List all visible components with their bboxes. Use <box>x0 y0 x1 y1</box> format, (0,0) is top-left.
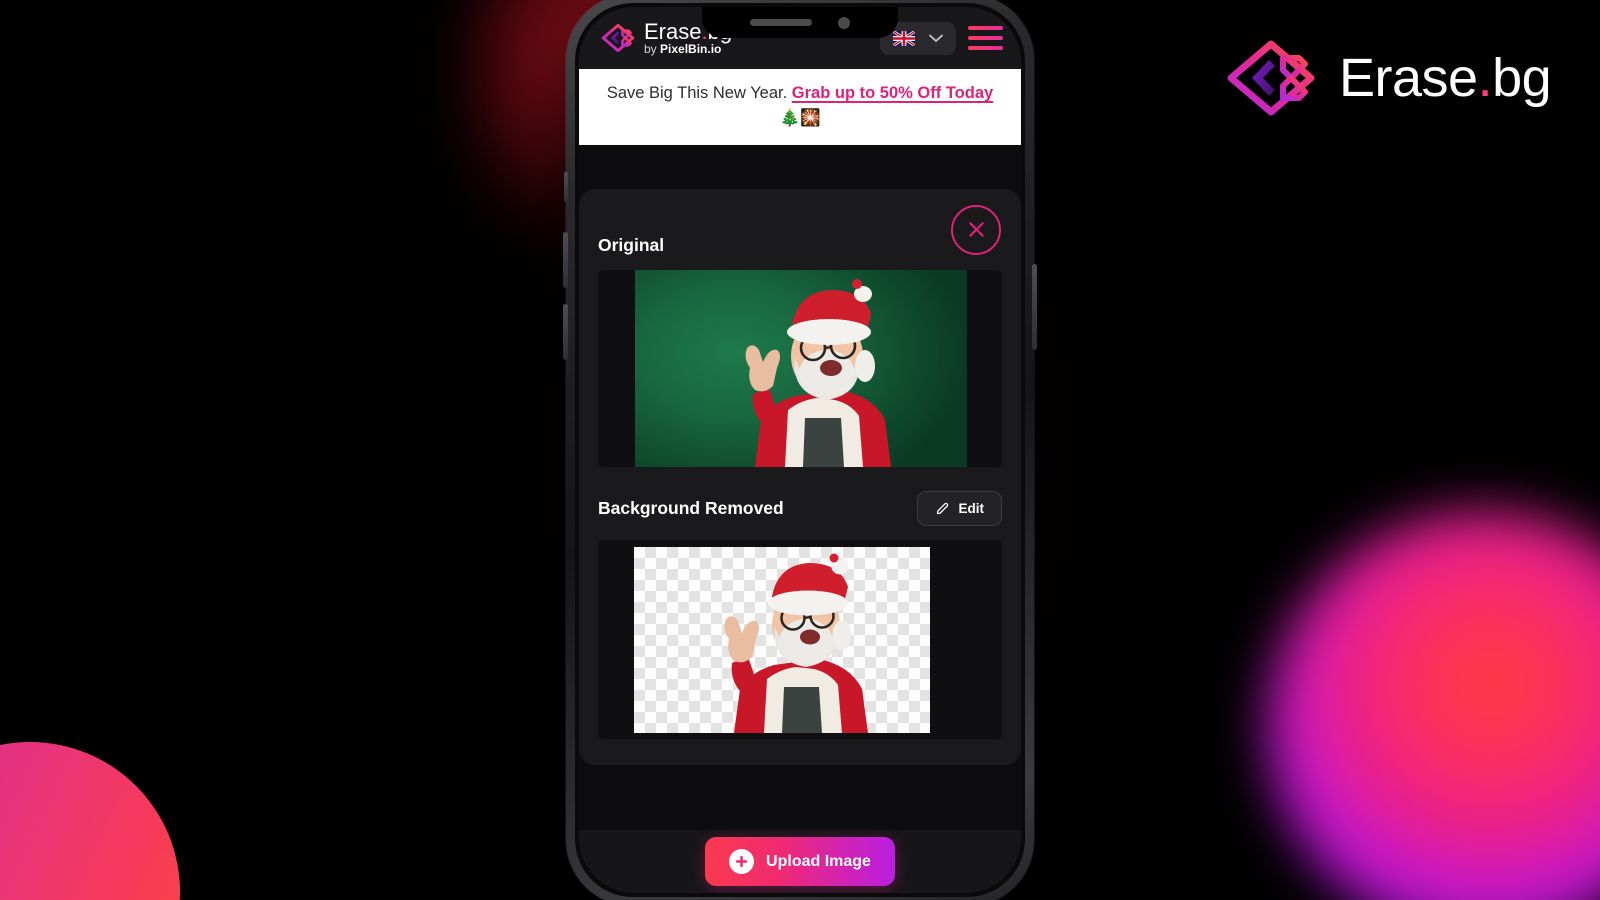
screenshot-stage: Erase.bg Erase. by PixelBin.io Save Big … <box>0 0 1600 900</box>
edit-button[interactable]: Edit <box>916 490 1002 526</box>
phone-power-button[interactable] <box>1032 264 1037 350</box>
close-button[interactable] <box>951 204 1001 255</box>
original-section-header: Original <box>598 235 1002 256</box>
phone-device-frame: Erase.bg by PixelBin.io <box>563 0 1037 900</box>
original-title: Original <box>598 234 665 255</box>
original-image-preview <box>598 269 1002 467</box>
brand-wordmark-suffix: bg <box>1492 48 1552 108</box>
promo-banner-emoji: 🎄🎇 <box>779 108 821 127</box>
removed-section-header: Background Removed Edit <box>598 490 1002 526</box>
background-glow-bottom-left <box>0 742 180 900</box>
pencil-edit-icon <box>936 502 948 514</box>
result-card: Original Background Removed Edit <box>579 188 1021 765</box>
front-camera-icon <box>838 16 850 29</box>
santa-figure-original <box>745 278 891 467</box>
original-image <box>635 269 967 467</box>
brand-logo: Erase.bg <box>1225 40 1552 116</box>
brand-wordmark-dot: . <box>1477 48 1493 108</box>
phone-bezel: Erase.bg by PixelBin.io <box>575 3 1025 897</box>
app-byline: by PixelBin.io <box>644 42 722 57</box>
upload-image-button[interactable]: Upload Image <box>705 837 895 886</box>
phone-volume-down-button[interactable] <box>563 304 568 360</box>
phone-notch <box>702 7 898 38</box>
santa-figure-removed <box>724 553 868 733</box>
removed-title: Background Removed <box>598 497 784 518</box>
chevron-down-icon <box>929 34 943 42</box>
app-body: Original Background Removed Edit <box>579 144 1021 893</box>
removed-image-preview <box>598 539 1002 739</box>
phone-screen: Erase.bg by PixelBin.io <box>579 7 1021 893</box>
close-x-icon <box>968 222 984 237</box>
hamburger-menu-icon[interactable] <box>966 20 1005 56</box>
upload-image-label: Upload Image <box>766 852 871 870</box>
brand-wordmark: Erase.bg <box>1339 48 1552 108</box>
promo-banner-link[interactable]: Grab up to 50% Off Today <box>792 84 993 102</box>
promo-banner[interactable]: Save Big This New Year. Grab up to 50% O… <box>579 69 1021 145</box>
plus-circle-icon <box>729 849 755 874</box>
bottom-action-bar: Upload Image <box>579 830 1021 893</box>
phone-volume-up-button[interactable] <box>563 232 568 288</box>
erasebg-diamond-logo-icon <box>1227 40 1315 116</box>
promo-banner-text: Save Big This New Year. <box>606 84 792 102</box>
erasebg-diamond-logo-icon <box>601 23 635 53</box>
uk-flag-icon <box>893 30 915 46</box>
speaker-slot-icon <box>750 19 812 26</box>
background-glow-right <box>1268 512 1600 900</box>
phone-silent-switch[interactable] <box>564 172 568 202</box>
edit-button-label: Edit <box>958 500 985 516</box>
brand-wordmark-main: Erase <box>1339 48 1478 108</box>
